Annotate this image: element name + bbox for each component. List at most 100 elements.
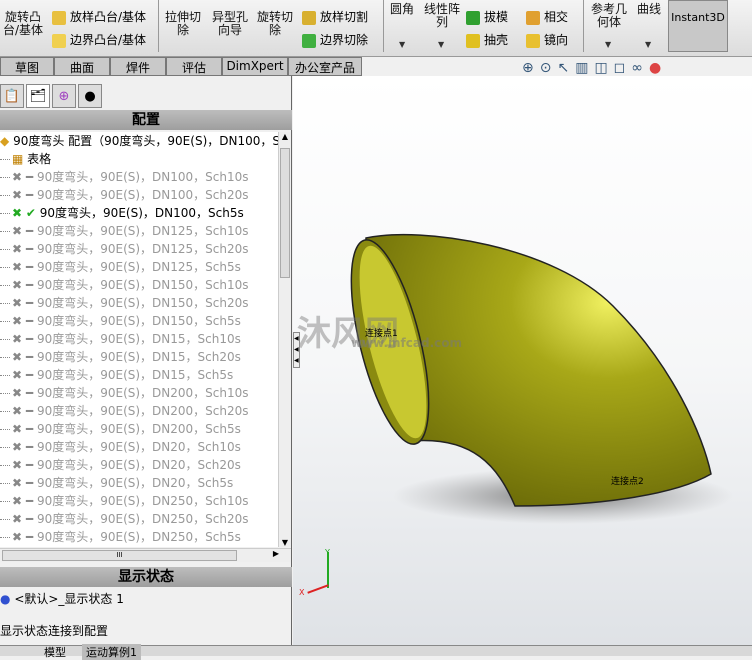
config-root-label: 90度弯头 配置（90度弯头，90E(S)，DN100，Sc bbox=[13, 134, 278, 148]
mirror-icon bbox=[526, 33, 540, 48]
display-state-item[interactable]: ● <默认>_显示状态 1 bbox=[0, 590, 124, 607]
fillet-button[interactable]: 圆角 bbox=[388, 3, 416, 16]
zoom-to-fit-icon[interactable]: ⊕ bbox=[522, 60, 540, 76]
command-manager: 旋转凸台/基体 放样凸台/基体 边界凸台/基体 拉伸切除 异型孔向导 旋转切除 … bbox=[0, 0, 752, 57]
view-orientation-icon[interactable]: ◫ bbox=[594, 60, 613, 76]
dash-icon: ━ bbox=[25, 440, 34, 454]
config-icon: ✖ bbox=[12, 350, 23, 364]
tab-surface[interactable]: 曲面 bbox=[54, 57, 110, 76]
dash-icon: ━ bbox=[25, 224, 34, 238]
config-label: 90度弯头，90E(S)，DN15，Sch10s bbox=[36, 332, 241, 346]
intersect-button[interactable]: 相交 bbox=[526, 10, 568, 25]
config-label: 90度弯头，90E(S)，DN150，Sch10s bbox=[36, 278, 249, 292]
loft-boss-button[interactable]: 放样凸台/基体 bbox=[52, 10, 146, 25]
ref-geometry-button[interactable]: 参考几何体 bbox=[588, 3, 630, 29]
config-item[interactable]: ✖ ━ 90度弯头，90E(S)，DN250，Sch20s bbox=[0, 510, 278, 528]
connection-point-2-label[interactable]: 连接点2 bbox=[611, 474, 644, 487]
boundary-cut-button[interactable]: 边界切除 bbox=[302, 33, 368, 48]
config-item[interactable]: ✖ ━ 90度弯头，90E(S)，DN20，Sch20s bbox=[0, 456, 278, 474]
panel-collapse-handle[interactable]: ◀ ◀ ◀ bbox=[293, 332, 300, 368]
dash-icon: ━ bbox=[25, 530, 34, 544]
tab-dimxpert[interactable]: DimXpert bbox=[222, 57, 288, 76]
config-item[interactable]: ✖ ━ 90度弯头，90E(S)，DN150，Sch10s bbox=[0, 276, 278, 294]
linear-pattern-button[interactable]: 线性阵列 bbox=[422, 3, 462, 29]
boundary-boss-button[interactable]: 边界凸台/基体 bbox=[52, 33, 146, 48]
config-item[interactable]: ✖ ━ 90度弯头，90E(S)，DN150，Sch5s bbox=[0, 312, 278, 330]
intersect-icon bbox=[526, 10, 540, 25]
tab-model[interactable]: 模型 bbox=[44, 644, 66, 660]
loft-cut-button[interactable]: 放样切割 bbox=[302, 10, 368, 25]
config-item[interactable]: ✖ ━ 90度弯头，90E(S)，DN15，Sch5s bbox=[0, 366, 278, 384]
chevron-down-icon[interactable]: ▼ bbox=[605, 40, 611, 49]
zoom-area-icon[interactable]: ⊙ bbox=[540, 60, 558, 76]
config-item[interactable]: ✖ ━ 90度弯头，90E(S)，DN250，Sch10s bbox=[0, 492, 278, 510]
config-label: 90度弯头，90E(S)，DN250，Sch5s bbox=[36, 530, 241, 544]
config-item[interactable]: ✖ ━ 90度弯头，90E(S)，DN20，Sch10s bbox=[0, 438, 278, 456]
tab-evaluate[interactable]: 评估 bbox=[166, 57, 222, 76]
design-table-label: 表格 bbox=[27, 152, 52, 166]
config-item[interactable]: ✖ ━ 90度弯头，90E(S)，DN125，Sch20s bbox=[0, 240, 278, 258]
chevron-down-icon[interactable]: ▼ bbox=[438, 40, 444, 49]
tab-office[interactable]: 办公室产品 bbox=[288, 57, 362, 76]
config-item[interactable]: ✖ ━ 90度弯头，90E(S)，DN100，Sch10s bbox=[0, 168, 278, 186]
tab-motion-study[interactable]: 运动算例1 bbox=[82, 644, 141, 660]
hole-wizard-button[interactable]: 异型孔向导 bbox=[210, 11, 250, 37]
config-icon: ✖ bbox=[12, 386, 23, 400]
tab-sketch[interactable]: 草图 bbox=[0, 57, 54, 76]
shell-icon bbox=[466, 33, 480, 48]
dash-icon: ━ bbox=[25, 458, 34, 472]
config-item[interactable]: ✖ ━ 90度弯头，90E(S)，DN250，Sch5s bbox=[0, 528, 278, 546]
chevron-down-icon[interactable]: ▼ bbox=[645, 40, 651, 49]
config-root[interactable]: ◆ 90度弯头 配置（90度弯头，90E(S)，DN100，Sc bbox=[0, 132, 278, 150]
link-display-state-label[interactable]: 显示状态连接到配置 bbox=[0, 622, 108, 639]
config-item[interactable]: ✖ ━ 90度弯头，90E(S)，DN100，Sch20s bbox=[0, 186, 278, 204]
config-icon: ✖ bbox=[12, 368, 23, 382]
boundary-boss-label: 边界凸台/基体 bbox=[70, 33, 147, 47]
revolve-boss-button[interactable]: 旋转凸台/基体 bbox=[2, 11, 44, 37]
appearance-tab-icon[interactable]: ● bbox=[78, 84, 102, 108]
config-item[interactable]: ✖ ━ 90度弯头，90E(S)，DN200，Sch20s bbox=[0, 402, 278, 420]
tab-weldments[interactable]: 焊件 bbox=[110, 57, 166, 76]
property-tab-icon[interactable]: 🗂 bbox=[26, 84, 50, 108]
config-label: 90度弯头，90E(S)，DN150，Sch5s bbox=[36, 314, 241, 328]
config-item[interactable]: ✖ ━ 90度弯头，90E(S)，DN200，Sch5s bbox=[0, 420, 278, 438]
config-icon: ✖ bbox=[12, 332, 23, 346]
display-style-icon[interactable]: ◻ bbox=[614, 60, 632, 76]
config-item[interactable]: ✖ ━ 90度弯头，90E(S)，DN125，Sch5s bbox=[0, 258, 278, 276]
config-icon: ✖ bbox=[12, 278, 23, 292]
hide-show-icon[interactable]: ∞ bbox=[631, 60, 649, 76]
shell-button[interactable]: 抽壳 bbox=[466, 33, 508, 48]
config-icon: ✖ bbox=[12, 296, 23, 310]
feature-tree-tab-icon[interactable]: 📋 bbox=[0, 84, 24, 108]
section-view-icon[interactable]: ▥ bbox=[575, 60, 594, 76]
horizontal-scrollbar[interactable]: III ▶ bbox=[0, 548, 291, 562]
config-tab-icon[interactable]: ⊕ bbox=[52, 84, 76, 108]
config-label: 90度弯头，90E(S)，DN100，Sch10s bbox=[36, 170, 249, 184]
draft-button[interactable]: 拔模 bbox=[466, 10, 508, 25]
previous-view-icon[interactable]: ↖ bbox=[557, 60, 575, 76]
dash-icon: ━ bbox=[25, 350, 34, 364]
config-item[interactable]: ✖ ━ 90度弯头，90E(S)，DN20，Sch5s bbox=[0, 474, 278, 492]
config-label: 90度弯头，90E(S)，DN200，Sch5s bbox=[36, 422, 241, 436]
graphics-area[interactable]: 沐风网 www.mfcad.com 连接点1 连接点2 Y X ◀ ◀ ◀ bbox=[293, 76, 752, 646]
config-item[interactable]: ✖ ━ 90度弯头，90E(S)，DN200，Sch10s bbox=[0, 384, 278, 402]
config-item[interactable]: ✖ ✔ 90度弯头，90E(S)，DN100，Sch5s bbox=[0, 204, 278, 222]
config-item[interactable]: ✖ ━ 90度弯头，90E(S)，DN15，Sch10s bbox=[0, 330, 278, 348]
chevron-down-icon[interactable]: ▼ bbox=[399, 40, 405, 49]
design-table[interactable]: ▦ 表格 bbox=[0, 150, 278, 168]
curves-button[interactable]: 曲线 bbox=[634, 3, 664, 16]
instant3d-button[interactable]: Instant3D bbox=[668, 0, 728, 52]
mirror-button[interactable]: 镜向 bbox=[526, 33, 568, 48]
vertical-scrollbar[interactable]: ▲ ▼ bbox=[278, 132, 291, 547]
config-icon: ✖ bbox=[12, 458, 23, 472]
config-item[interactable]: ✖ ━ 90度弯头，90E(S)，DN15，Sch20s bbox=[0, 348, 278, 366]
config-icon: ✖ bbox=[12, 512, 23, 526]
connection-point-1-label[interactable]: 连接点1 bbox=[365, 326, 398, 339]
config-item[interactable]: ✖ ━ 90度弯头，90E(S)，DN125，Sch10s bbox=[0, 222, 278, 240]
revolve-cut-button[interactable]: 旋转切除 bbox=[256, 11, 294, 37]
appearance-icon[interactable]: ● bbox=[649, 60, 667, 76]
dash-icon: ━ bbox=[25, 314, 34, 328]
boundary-icon bbox=[52, 33, 66, 48]
config-item[interactable]: ✖ ━ 90度弯头，90E(S)，DN150，Sch20s bbox=[0, 294, 278, 312]
extrude-cut-button[interactable]: 拉伸切除 bbox=[164, 11, 202, 37]
